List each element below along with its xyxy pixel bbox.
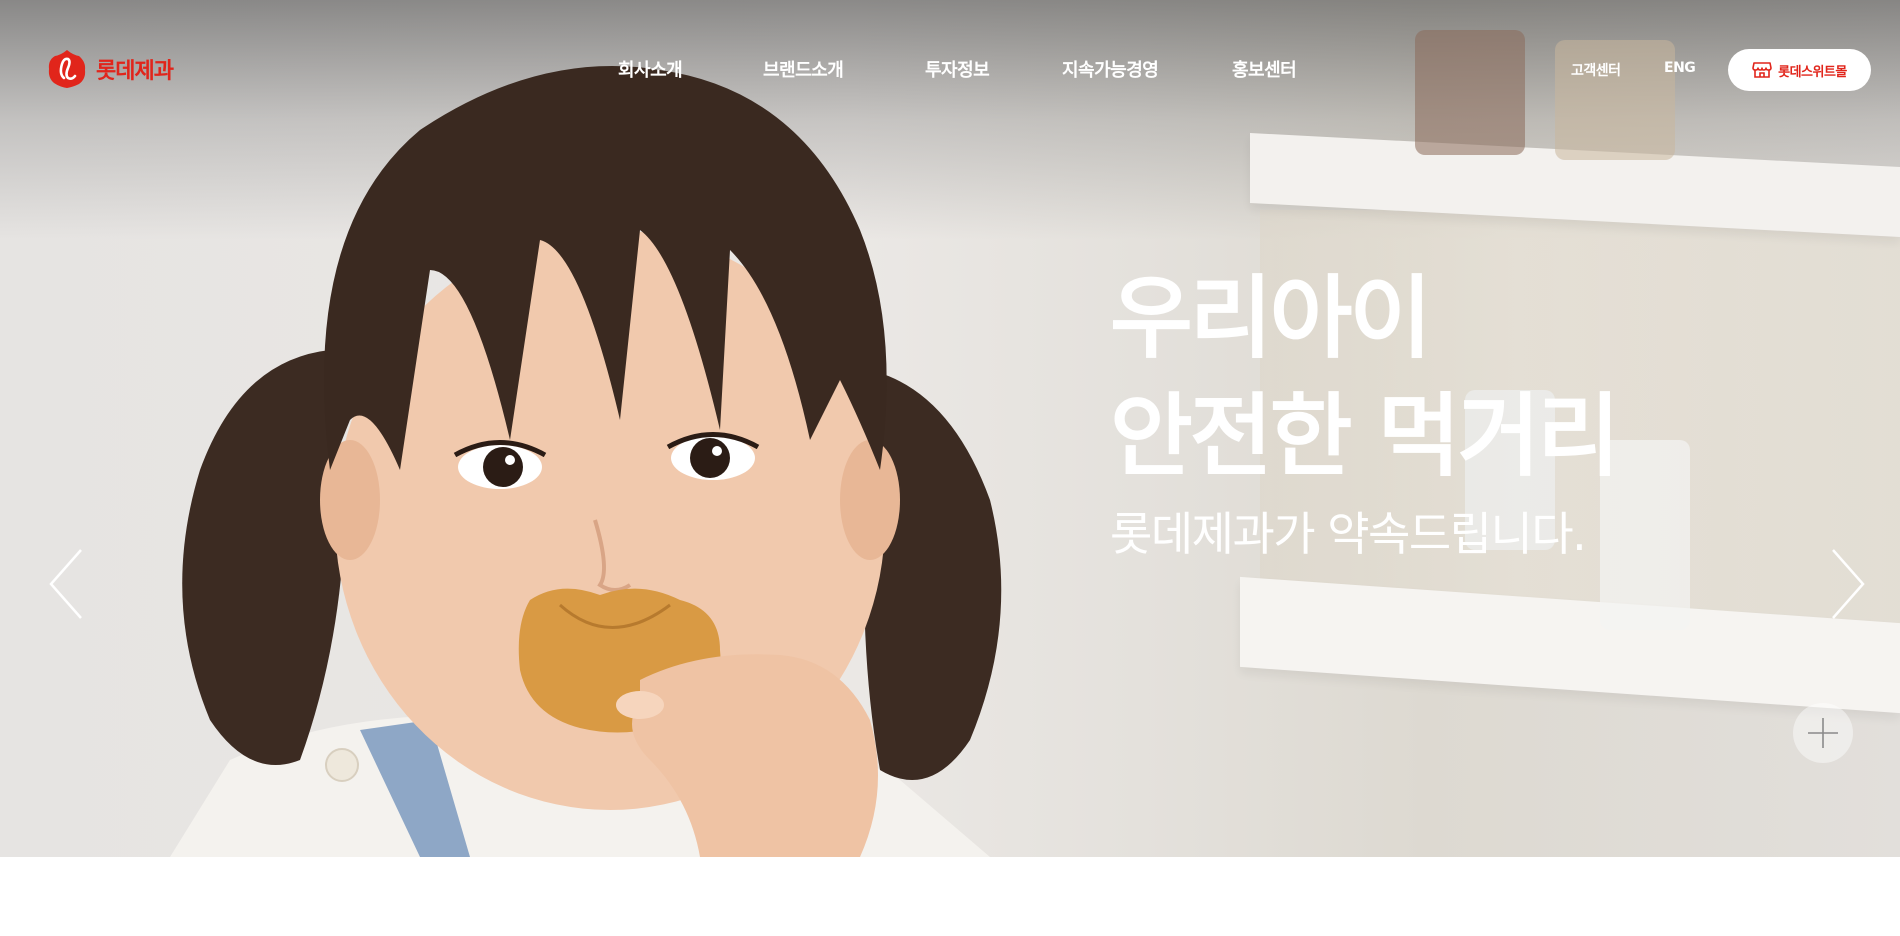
nav-item-sustainability[interactable]: 지속가능경영 xyxy=(1062,56,1159,82)
nav-item-company[interactable]: 회사소개 xyxy=(618,56,683,82)
sweetmall-button[interactable]: 롯데스위트몰 xyxy=(1728,49,1871,91)
headline-line-2: 안전한 먹거리 xyxy=(1110,384,1620,489)
store-icon xyxy=(1752,62,1772,78)
hero-headline: 우리아이 안전한 먹거리 롯데제과가 약속드립니다. xyxy=(1110,260,1620,564)
plus-icon xyxy=(1808,718,1838,748)
chevron-left-icon[interactable] xyxy=(47,548,87,620)
nav-item-investment[interactable]: 투자정보 xyxy=(925,56,990,82)
nav-item-brands[interactable]: 브랜드소개 xyxy=(763,56,844,82)
language-toggle[interactable]: ENG xyxy=(1664,60,1696,76)
hero-more-button[interactable] xyxy=(1793,703,1853,763)
nav-item-pr-center[interactable]: 홍보센터 xyxy=(1232,56,1297,82)
customer-center-link[interactable]: 고객센터 xyxy=(1571,60,1621,80)
sweetmall-label: 롯데스위트몰 xyxy=(1778,64,1847,80)
headline-subline: 롯데제과가 약속드립니다. xyxy=(1110,507,1587,561)
chevron-right-icon[interactable] xyxy=(1827,548,1867,620)
headline-line-1: 우리아이 xyxy=(1110,266,1432,371)
site-header: 롯데제과 회사소개 브랜드소개 투자정보 지속가능경영 홍보센터 고객센터 EN… xyxy=(0,0,1900,140)
